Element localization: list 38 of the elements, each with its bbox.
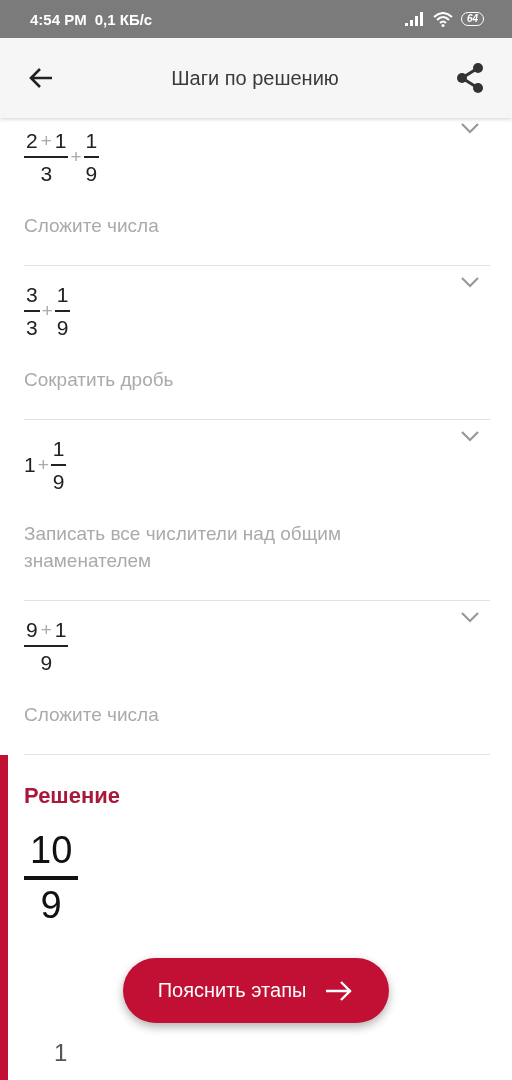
plus-sign: + xyxy=(41,300,53,322)
denominator: 9 xyxy=(24,876,79,927)
screen-title: Шаги по решению xyxy=(170,66,340,90)
expand-toggle[interactable] xyxy=(460,122,480,134)
signal-icon xyxy=(404,12,425,26)
number: 3 xyxy=(26,315,38,340)
number: 3 xyxy=(26,282,38,307)
step-description: Сложите числа xyxy=(24,214,160,238)
number: 1 xyxy=(24,453,36,477)
solution-title: Решение xyxy=(24,783,121,809)
number: 1 xyxy=(54,617,67,642)
number: 9 xyxy=(40,650,53,675)
expand-toggle[interactable] xyxy=(460,276,480,288)
expand-toggle[interactable] xyxy=(460,611,480,623)
expand-toggle[interactable] xyxy=(460,430,480,442)
number: 2 xyxy=(26,128,38,153)
numerator: 10 xyxy=(29,829,74,873)
number: 9 xyxy=(26,617,38,642)
number: 1 xyxy=(54,128,67,153)
plus-sign: + xyxy=(37,454,49,476)
plus-sign: + xyxy=(40,618,52,641)
explain-steps-button[interactable]: Пояснить этапы xyxy=(123,958,389,1023)
network-speed: 0,1 КБ/с xyxy=(94,10,153,28)
status-time: 4:54 PM xyxy=(30,10,87,28)
number: 1 xyxy=(85,128,98,153)
number: 1 xyxy=(52,436,65,461)
step-description: Сократить дробь xyxy=(24,368,175,392)
step-description: Записать все числители над общим знаменателем xyxy=(24,522,342,573)
number: 1 xyxy=(54,1039,68,1067)
number: 3 xyxy=(40,161,53,186)
step-description: Сложите числа xyxy=(24,703,160,727)
number: 9 xyxy=(52,469,65,494)
number: 1 xyxy=(56,282,69,307)
wifi-icon xyxy=(432,11,453,27)
plus-sign: + xyxy=(70,146,82,168)
plus-sign: + xyxy=(40,129,52,152)
number: 9 xyxy=(85,161,98,186)
number: 9 xyxy=(56,315,69,340)
